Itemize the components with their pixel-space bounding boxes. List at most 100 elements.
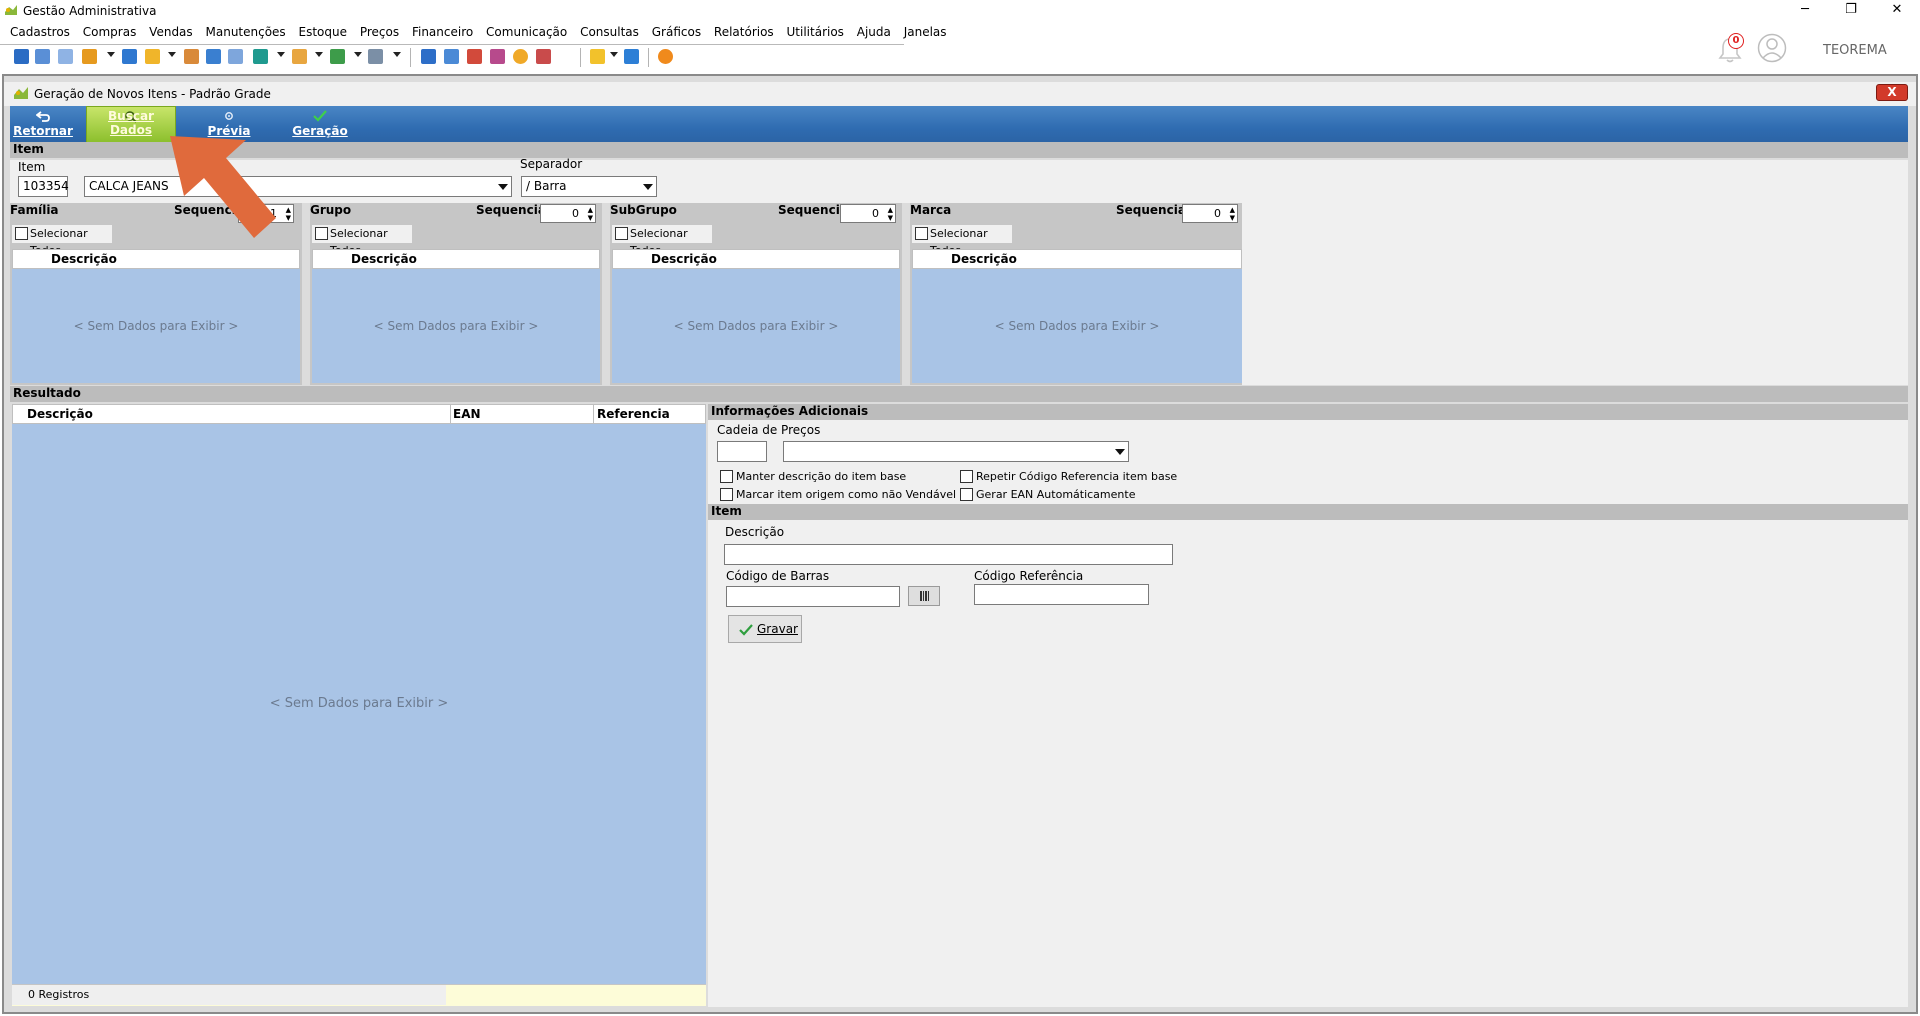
- menu-janelas[interactable]: Janelas: [904, 25, 947, 39]
- spin-up-icon[interactable]: ▲: [888, 207, 893, 214]
- money-icon[interactable]: [330, 49, 345, 64]
- chart-icon[interactable]: [490, 49, 505, 64]
- menu-estoque[interactable]: Estoque: [299, 25, 348, 39]
- repetir-codigo-option[interactable]: Repetir Código Referencia item base: [960, 470, 1177, 484]
- spin-up-icon[interactable]: ▲: [588, 207, 593, 214]
- buscar-dados-button[interactable]: Buscar Dados: [86, 106, 176, 143]
- list-icon[interactable]: [228, 49, 243, 64]
- geracao-button[interactable]: Geração: [280, 106, 360, 143]
- calculator-icon[interactable]: [444, 49, 459, 64]
- column-descricao[interactable]: Descrição: [351, 250, 417, 268]
- menu-comunicacao[interactable]: Comunicação: [486, 25, 567, 39]
- checkbox[interactable]: [960, 470, 973, 483]
- box-icon[interactable]: [292, 49, 307, 64]
- familia-grid[interactable]: Descrição < Sem Dados para Exibir >: [12, 249, 300, 383]
- manter-descricao-option[interactable]: Manter descrição do item base: [720, 470, 906, 484]
- calendar-icon[interactable]: [467, 49, 482, 64]
- resultado-grid[interactable]: < Sem Dados para Exibir >: [12, 424, 706, 984]
- menu-utilitarios[interactable]: Utilitários: [787, 25, 844, 39]
- marca-grid[interactable]: Descrição < Sem Dados para Exibir >: [912, 249, 1242, 383]
- descricao-field[interactable]: [724, 544, 1173, 565]
- menu-vendas[interactable]: Vendas: [149, 25, 193, 39]
- grupo-select-all[interactable]: Selecionar Todos: [312, 225, 412, 257]
- item-code-field[interactable]: 103354: [18, 176, 69, 197]
- cadeia-code-field[interactable]: [717, 441, 767, 462]
- retornar-button[interactable]: Retornar: [10, 106, 76, 143]
- cadeia-combo[interactable]: [783, 441, 1129, 462]
- column-descricao[interactable]: Descrição: [651, 250, 717, 268]
- dropdown-arrow-icon[interactable]: [354, 52, 362, 57]
- menu-cadastros[interactable]: Cadastros: [10, 25, 70, 39]
- users-icon[interactable]: [35, 49, 50, 64]
- menu-precos[interactable]: Preços: [360, 25, 399, 39]
- report-icon[interactable]: [206, 49, 221, 64]
- dropdown-arrow-icon[interactable]: [610, 52, 618, 57]
- marcar-origem-option[interactable]: Marcar item origem como não Vendável: [720, 488, 956, 502]
- gerar-ean-option[interactable]: Gerar EAN Automáticamente: [960, 488, 1135, 502]
- menu-compras[interactable]: Compras: [83, 25, 137, 39]
- barcode-button[interactable]: [908, 586, 940, 606]
- info-icon[interactable]: [624, 49, 639, 64]
- star-icon[interactable]: [590, 49, 605, 64]
- menu-graficos[interactable]: Gráficos: [652, 25, 701, 39]
- restore-button[interactable]: ❐: [1828, 0, 1874, 22]
- column-ean[interactable]: EAN: [453, 407, 481, 421]
- clock-icon[interactable]: [513, 49, 528, 64]
- menu-manutencoes[interactable]: Manutenções: [206, 25, 286, 39]
- checkbox[interactable]: [15, 227, 28, 240]
- checkbox[interactable]: [315, 227, 328, 240]
- dropdown-arrow-icon[interactable]: [315, 52, 323, 57]
- document-icon[interactable]: [122, 49, 137, 64]
- person-icon[interactable]: [184, 49, 199, 64]
- hierarchy-icon[interactable]: [82, 49, 97, 64]
- window-icon[interactable]: [421, 49, 436, 64]
- card-icon[interactable]: [58, 49, 73, 64]
- column-descricao[interactable]: Descrição: [51, 250, 117, 268]
- menu-relatorios[interactable]: Relatórios: [714, 25, 774, 39]
- dropdown-arrow-icon[interactable]: [393, 52, 401, 57]
- user-avatar-icon[interactable]: [1757, 33, 1787, 63]
- familia-select-all[interactable]: Selecionar Todos: [12, 225, 112, 257]
- menu-ajuda[interactable]: Ajuda: [857, 25, 891, 39]
- marca-select-all[interactable]: Selecionar Todos: [912, 225, 1012, 257]
- referencia-field[interactable]: [974, 584, 1149, 605]
- checkbox[interactable]: [915, 227, 928, 240]
- checkbox[interactable]: [960, 488, 973, 501]
- dropdown-arrow-icon[interactable]: [277, 52, 285, 57]
- separator-combo[interactable]: / Barra: [521, 176, 657, 197]
- barras-field[interactable]: [726, 586, 900, 607]
- folder-icon[interactable]: [145, 49, 160, 64]
- grupo-grid[interactable]: Descrição < Sem Dados para Exibir >: [312, 249, 600, 383]
- column-referencia[interactable]: Referencia: [597, 407, 670, 421]
- spin-down-icon[interactable]: ▼: [1230, 215, 1235, 222]
- close-window-button[interactable]: X: [1876, 84, 1908, 101]
- power-icon[interactable]: [658, 49, 673, 64]
- checkbox[interactable]: [720, 488, 733, 501]
- spin-down-icon[interactable]: ▼: [286, 215, 291, 222]
- checkbox[interactable]: [615, 227, 628, 240]
- cadastro-icon[interactable]: [14, 49, 29, 64]
- spin-up-icon[interactable]: ▲: [286, 207, 291, 214]
- marca-sequence-spinner[interactable]: 0 ▲ ▼: [1182, 204, 1238, 223]
- column-descricao[interactable]: Descrição: [951, 250, 1017, 268]
- subgrupo-select-all[interactable]: Selecionar Todos: [612, 225, 712, 257]
- menu-financeiro[interactable]: Financeiro: [412, 25, 473, 39]
- dropdown-arrow-icon[interactable]: [168, 52, 176, 57]
- spin-up-icon[interactable]: ▲: [1230, 207, 1235, 214]
- printer-icon[interactable]: [368, 49, 383, 64]
- close-app-button[interactable]: ✕: [1874, 0, 1920, 22]
- item-description-combo[interactable]: CALCA JEANS: [84, 176, 512, 197]
- checkbox[interactable]: [720, 470, 733, 483]
- menu-consultas[interactable]: Consultas: [580, 25, 639, 39]
- spin-down-icon[interactable]: ▼: [588, 215, 593, 222]
- search-report-icon[interactable]: [536, 49, 551, 64]
- grupo-sequence-spinner[interactable]: 0 ▲ ▼: [540, 204, 596, 223]
- notification-badge[interactable]: 0: [1728, 33, 1744, 49]
- column-descricao[interactable]: Descrição: [27, 407, 93, 421]
- subgrupo-sequence-spinner[interactable]: 0 ▲ ▼: [840, 204, 896, 223]
- subgrupo-grid[interactable]: Descrição < Sem Dados para Exibir >: [612, 249, 900, 383]
- gravar-button[interactable]: Gravar: [728, 615, 802, 643]
- cart-icon[interactable]: [253, 49, 268, 64]
- minimize-button[interactable]: ─: [1782, 0, 1828, 22]
- spin-down-icon[interactable]: ▼: [888, 215, 893, 222]
